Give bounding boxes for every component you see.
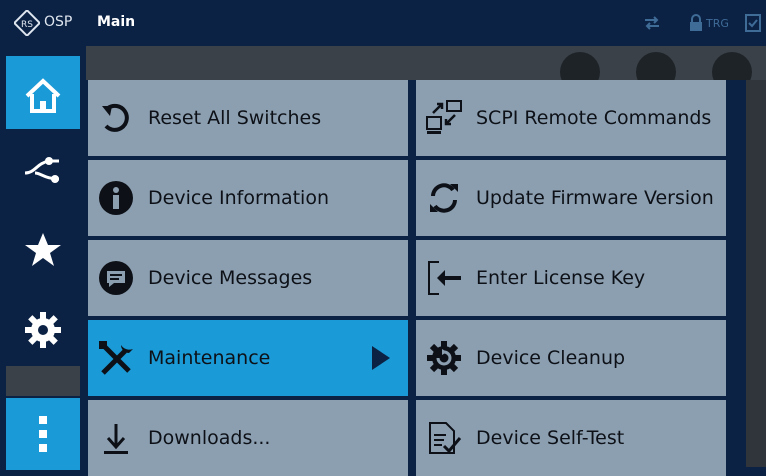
cleanup-icon — [424, 338, 464, 378]
info-icon — [96, 178, 136, 218]
tools-icon — [96, 338, 136, 378]
menu-item-update-firmware-version[interactable]: Update Firmware Version — [416, 160, 726, 236]
title-bar: RS OSP Main TRG — [0, 0, 766, 46]
nav-favorites-button[interactable] — [6, 210, 80, 290]
rs-logo-icon: RS — [14, 10, 40, 36]
refresh-icon — [424, 178, 464, 218]
license-key-icon — [424, 258, 464, 298]
menu-item-label: Device Messages — [148, 267, 313, 289]
path-icon — [24, 157, 60, 183]
main-menu: Reset All Switches Device Information De… — [86, 80, 746, 476]
menu-item-label: Device Self-Test — [476, 427, 625, 449]
lock-icon — [690, 14, 702, 31]
gear-icon — [25, 312, 61, 348]
svg-text:RS: RS — [21, 20, 33, 30]
menu-item-label: Reset All Switches — [148, 107, 322, 129]
menu-item-label: Downloads... — [148, 427, 271, 449]
trigger-indicator: TRG — [706, 17, 729, 30]
nav-more-button[interactable] — [6, 398, 80, 470]
self-test-icon — [424, 418, 464, 458]
menu-item-label: Device Cleanup — [476, 347, 626, 369]
menu-item-maintenance[interactable]: Maintenance — [88, 320, 408, 396]
menu-item-downloads[interactable]: Downloads... — [88, 400, 408, 476]
menu-item-device-cleanup[interactable]: Device Cleanup — [416, 320, 726, 396]
download-icon — [96, 418, 136, 458]
app-name: OSP — [44, 14, 73, 30]
menu-item-label: Device Information — [148, 187, 330, 209]
screenshot-icon[interactable] — [744, 13, 762, 33]
nav-paths-button[interactable] — [6, 129, 80, 209]
menu-item-reset-all-switches[interactable]: Reset All Switches — [88, 80, 408, 156]
submenu-arrow-icon — [372, 346, 390, 370]
reset-icon — [96, 98, 136, 138]
remote-arrows-icon — [645, 16, 659, 30]
star-icon — [25, 233, 61, 266]
home-icon — [25, 78, 61, 113]
scpi-icon — [424, 98, 464, 138]
menu-item-device-information[interactable]: Device Information — [88, 160, 408, 236]
menu-item-label: Update Firmware Version — [476, 187, 714, 209]
nav-setup-button[interactable] — [6, 290, 80, 370]
left-nav — [0, 46, 86, 470]
menu-item-device-messages[interactable]: Device Messages — [88, 240, 408, 316]
menu-item-label: Enter License Key — [476, 267, 646, 289]
more-vertical-icon — [39, 416, 47, 452]
menu-item-device-self-test[interactable]: Device Self-Test — [416, 400, 726, 476]
message-icon — [96, 258, 136, 298]
page-title: Main — [97, 14, 136, 30]
menu-item-scpi-remote-commands[interactable]: SCPI Remote Commands — [416, 80, 726, 156]
menu-item-label: SCPI Remote Commands — [476, 107, 712, 129]
nav-home-button[interactable] — [6, 56, 80, 136]
nav-spacer — [6, 366, 80, 396]
menu-item-enter-license-key[interactable]: Enter License Key — [416, 240, 726, 316]
menu-item-label: Maintenance — [148, 347, 271, 369]
